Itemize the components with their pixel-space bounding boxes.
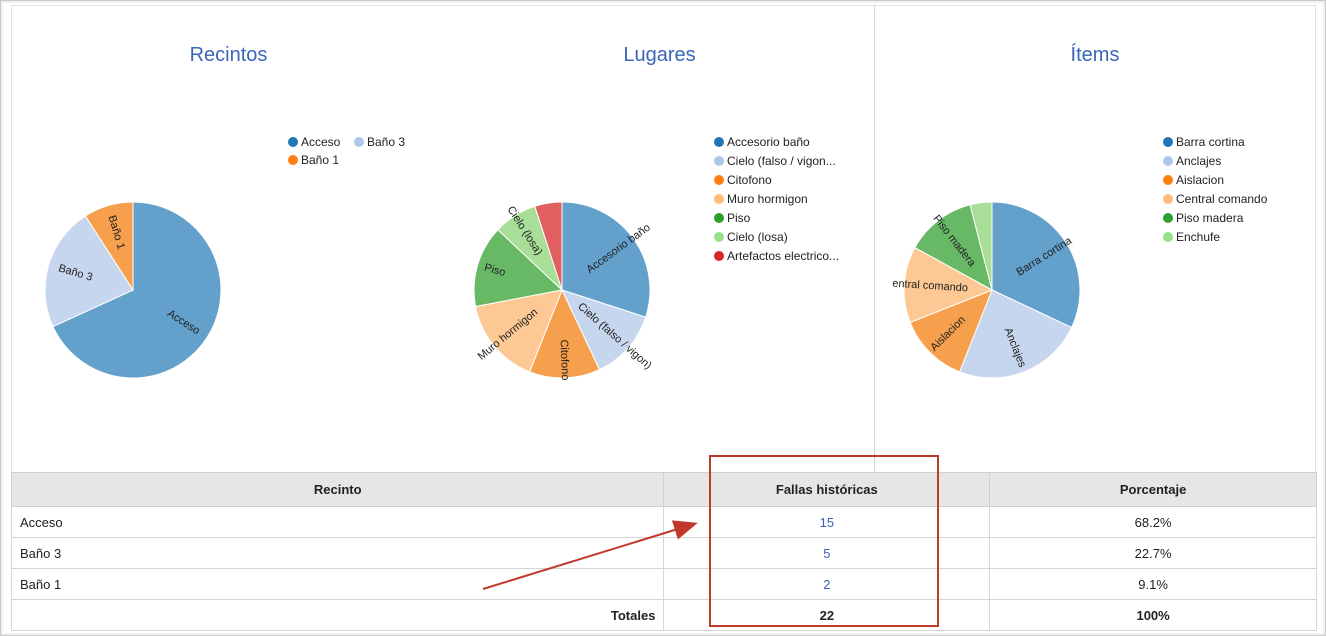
fallas-link[interactable]: 5 [823, 546, 830, 561]
legend-item-cielo-losa[interactable]: Cielo (losa) [714, 229, 788, 245]
fallas-link[interactable]: 2 [823, 577, 830, 592]
fallas-table: Recinto Fallas históricas Porcentaje Acc… [10, 472, 1317, 631]
legend-label: Cielo (losa) [727, 230, 788, 244]
legend-dot-icon [288, 137, 298, 147]
cell-recinto: Baño 3 [10, 537, 665, 569]
legend-dot-icon [1163, 156, 1173, 166]
legend-item-barra-cortina[interactable]: Barra cortina [1163, 134, 1245, 150]
legend-item-bano-3[interactable]: Baño 3 [354, 134, 405, 150]
lugares-legend: Accesorio baño Cielo (falso / vigon... C… [714, 134, 864, 264]
legend-dot-icon [288, 155, 298, 165]
totals-fallas: 22 [663, 599, 991, 631]
legend-item-artefactos[interactable]: Artefactos electrico... [714, 248, 839, 264]
totals-label: Totales [10, 599, 665, 631]
legend-label: Baño 3 [367, 135, 406, 149]
legend-item-enchufe[interactable]: Enchufe [1163, 229, 1220, 245]
legend-label: Central comando [1176, 192, 1268, 206]
column-header-fallas[interactable]: Fallas históricas [663, 472, 991, 507]
table-row: Baño 3 5 22.7% [10, 537, 1317, 569]
fallas-link[interactable]: 15 [820, 515, 834, 530]
legend-label: Accesorio baño [727, 135, 810, 149]
legend-label: Baño 1 [301, 153, 340, 167]
items-legend: Barra cortina Anclajes Aislacion Central… [1163, 134, 1313, 244]
legend-label: Piso [727, 211, 751, 225]
cell-porcentaje: 9.1% [989, 568, 1317, 600]
legend-label: Barra cortina [1176, 135, 1245, 149]
legend-dot-icon [714, 213, 724, 223]
table-header-row: Recinto Fallas históricas Porcentaje [10, 472, 1317, 507]
pie-slice-label: Citofono [558, 339, 571, 380]
cell-recinto: Acceso [10, 506, 665, 538]
legend-label: Cielo (falso / vigon... [727, 154, 836, 168]
legend-dot-icon [714, 137, 724, 147]
items-chart-panel: Ítems Barra cortina Anclajes Aislacion entr… [875, 5, 1316, 473]
legend-dot-icon [714, 156, 724, 166]
legend-item-accesorio-bano[interactable]: Accesorio baño [714, 134, 810, 150]
table-row: Acceso 15 68.2% [10, 506, 1317, 538]
legend-dot-icon [354, 137, 364, 147]
legend-dot-icon [1163, 194, 1173, 204]
legend-label: Anclajes [1176, 154, 1222, 168]
table-row: Baño 1 2 9.1% [10, 568, 1317, 600]
column-header-recinto[interactable]: Recinto [10, 472, 665, 507]
legend-item-anclajes[interactable]: Anclajes [1163, 153, 1221, 169]
table-totals-row: Totales 22 100% [10, 599, 1317, 631]
legend-dot-icon [1163, 175, 1173, 185]
recintos-pie-chart: AccesoBaño 3Baño 1 [44, 201, 222, 379]
recintos-chart-panel: Recintos Acceso Baño 3 Baño 1 Acceso Baño … [11, 5, 446, 473]
recintos-legend: Acceso Baño 3 Baño 1 [288, 134, 438, 174]
lugares-chart-panel: Lugares Accesorio baño Cielo (falso / vig… [445, 5, 875, 473]
legend-label: Muro hormigon [727, 192, 808, 206]
legend-dot-icon [1163, 137, 1173, 147]
legend-dot-icon [714, 251, 724, 261]
column-header-porcentaje[interactable]: Porcentaje [989, 472, 1317, 507]
legend-label: Artefactos electrico... [727, 249, 840, 263]
legend-item-bano-1[interactable]: Baño 1 [288, 152, 339, 168]
cell-porcentaje: 68.2% [989, 506, 1317, 538]
legend-label: Aislacion [1176, 173, 1225, 187]
cell-fallas: 5 [663, 537, 991, 569]
legend-dot-icon [1163, 232, 1173, 242]
legend-dot-icon [714, 232, 724, 242]
legend-item-aislacion[interactable]: Aislacion [1163, 172, 1224, 188]
legend-dot-icon [714, 194, 724, 204]
legend-item-acceso[interactable]: Acceso [288, 134, 340, 150]
legend-item-citofono[interactable]: Citofono [714, 172, 772, 188]
legend-item-central-comando[interactable]: Central comando [1163, 191, 1267, 207]
cell-recinto: Baño 1 [10, 568, 665, 600]
legend-item-piso-madera[interactable]: Piso madera [1163, 210, 1243, 226]
legend-item-piso[interactable]: Piso [714, 210, 750, 226]
totals-porcentaje: 100% [989, 599, 1317, 631]
cell-fallas: 15 [663, 506, 991, 538]
legend-label: Piso madera [1176, 211, 1244, 225]
cell-fallas: 2 [663, 568, 991, 600]
legend-item-muro-hormigon[interactable]: Muro hormigon [714, 191, 808, 207]
legend-label: Enchufe [1176, 230, 1221, 244]
legend-label: Citofono [727, 173, 772, 187]
legend-dot-icon [1163, 213, 1173, 223]
legend-label: Acceso [301, 135, 341, 149]
legend-dot-icon [714, 175, 724, 185]
legend-item-cielo-falso[interactable]: Cielo (falso / vigon... [714, 153, 836, 169]
cell-porcentaje: 22.7% [989, 537, 1317, 569]
